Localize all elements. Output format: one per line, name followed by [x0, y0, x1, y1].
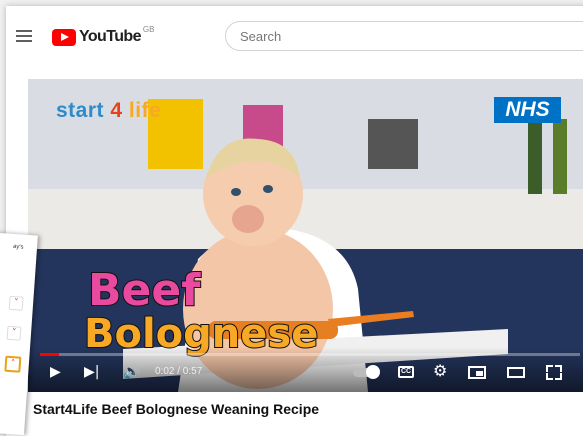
- logo-text: YouTube: [79, 28, 141, 45]
- theater-mode-icon[interactable]: [507, 367, 525, 378]
- browser-page: YouTube GB start 4: [6, 6, 583, 436]
- brand-start: start: [56, 99, 105, 122]
- menu-icon[interactable]: [16, 30, 32, 42]
- miniplayer-icon[interactable]: [468, 366, 486, 379]
- play-icon[interactable]: ▶: [50, 364, 61, 380]
- progress-fill: [40, 353, 59, 356]
- search-box[interactable]: [225, 21, 583, 51]
- time-display: 0:02 / 0:57: [155, 366, 203, 377]
- progress-bar[interactable]: [40, 353, 580, 356]
- chevron-down-icon[interactable]: ˅: [6, 325, 22, 341]
- fullscreen-icon[interactable]: [546, 365, 562, 380]
- youtube-play-icon: [52, 28, 76, 46]
- start4life-logo: start 4 life: [56, 99, 161, 123]
- player-controls: ▶ ▶| 🔊 0:02 / 0:57 CC ⚙: [28, 347, 583, 392]
- panel-text: ay's: [12, 243, 24, 251]
- brand-four: 4: [110, 99, 123, 122]
- subtitles-icon[interactable]: CC: [398, 366, 414, 378]
- masthead: YouTube GB: [6, 6, 583, 66]
- youtube-logo[interactable]: YouTube GB: [52, 24, 155, 48]
- nhs-logo: NHS: [494, 97, 561, 123]
- volume-icon[interactable]: 🔊: [123, 364, 140, 380]
- autoplay-toggle[interactable]: [353, 365, 380, 379]
- settings-gear-icon[interactable]: ⚙: [433, 363, 447, 379]
- chevron-down-icon[interactable]: ˅: [8, 295, 24, 311]
- brand-life: life: [128, 99, 162, 122]
- region-code: GB: [142, 24, 155, 34]
- video-title: Start4Life Beef Bolognese Weaning Recipe: [33, 401, 320, 417]
- overlay-title-beef: Beef: [87, 264, 201, 317]
- chevron-up-icon[interactable]: ˄: [4, 355, 22, 373]
- video-player[interactable]: start 4 life NHS Beef Bolognese ▶ ▶| 🔊 0…: [28, 79, 583, 392]
- search-input[interactable]: [238, 28, 582, 45]
- next-icon[interactable]: ▶|: [84, 364, 99, 380]
